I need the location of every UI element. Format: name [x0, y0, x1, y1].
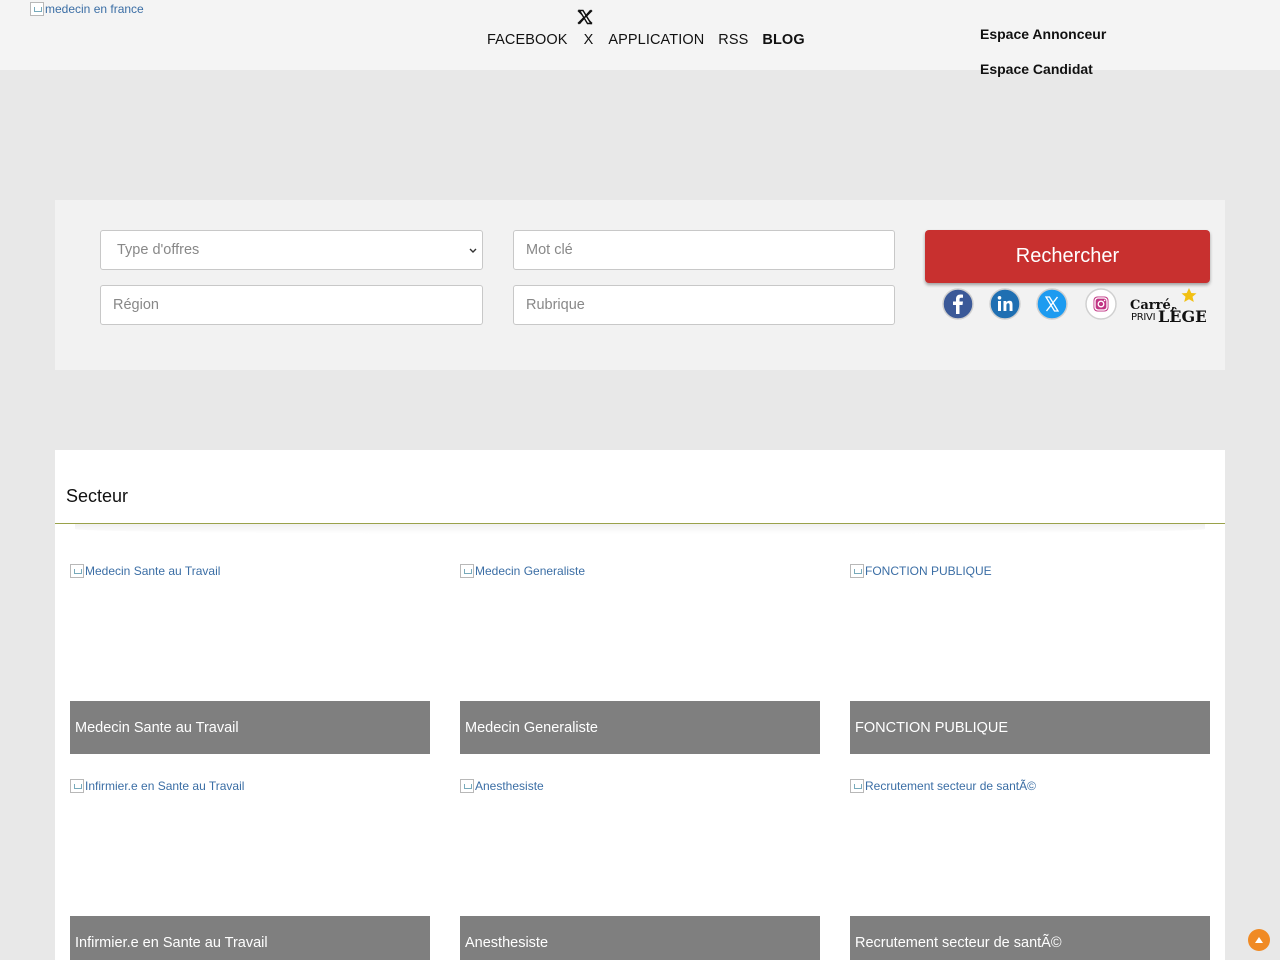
main-nav: FACEBOOK X APPLICATION RSS BLOG — [487, 32, 805, 48]
linkedin-icon[interactable] — [989, 288, 1021, 320]
scroll-top-button[interactable] — [1248, 929, 1270, 951]
espace-candidat-link[interactable]: Espace Candidat — [980, 61, 1093, 77]
sector-image[interactable]: Medecin Generaliste — [460, 564, 820, 578]
site-logo[interactable]: medecin en france — [30, 2, 144, 16]
nav-facebook[interactable]: FACEBOOK — [487, 32, 568, 48]
region-placeholder: Région — [113, 297, 159, 313]
section-title: Secteur — [66, 486, 129, 506]
image-alt-text: Medecin Generaliste — [475, 564, 586, 578]
sector-caption[interactable]: FONCTION PUBLIQUE — [850, 701, 1210, 754]
rubrique-input[interactable]: Rubrique — [513, 285, 895, 325]
rubrique-placeholder: Rubrique — [526, 297, 585, 313]
sector-image[interactable]: Recrutement secteur de santÃ© — [850, 779, 1210, 793]
sector-image[interactable]: FONCTION PUBLIQUE — [850, 564, 1210, 578]
nav-application[interactable]: APPLICATION — [608, 32, 704, 48]
sector-caption[interactable]: Infirmier.e en Sante au Travail — [70, 916, 430, 960]
broken-image-icon — [460, 564, 474, 578]
x-icon[interactable] — [577, 9, 593, 25]
nav-x[interactable]: X — [584, 32, 594, 48]
mot-cle-input[interactable]: Mot clé — [513, 230, 895, 270]
nav-blog[interactable]: BLOG — [762, 32, 804, 48]
x-twitter-icon[interactable] — [1036, 288, 1068, 320]
facebook-icon[interactable] — [942, 288, 974, 320]
broken-image-icon — [850, 779, 864, 793]
instagram-icon[interactable] — [1085, 288, 1117, 320]
type-offres-value: Type d'offres — [117, 242, 200, 258]
image-alt-text: Recrutement secteur de santÃ© — [865, 779, 1036, 793]
svg-text:LÈGE: LÈGE — [1158, 306, 1206, 326]
espace-annonceur-link[interactable]: Espace Annonceur — [980, 26, 1106, 42]
secteur-section: Secteur Medecin Sante au Travail Medecin… — [55, 450, 1225, 960]
broken-image-icon — [850, 564, 864, 578]
sector-card[interactable]: FONCTION PUBLIQUE FONCTION PUBLIQUE — [850, 564, 1210, 754]
rechercher-button[interactable]: Rechercher — [925, 230, 1210, 283]
nav-rss[interactable]: RSS — [718, 32, 748, 48]
region-input[interactable]: Région — [100, 285, 483, 325]
sector-card[interactable]: Recrutement secteur de santÃ© Recrutemen… — [850, 779, 1210, 960]
sector-caption[interactable]: Medecin Generaliste — [460, 701, 820, 754]
carre-privilege-logo[interactable]: Carré, PRIVI LÈGE — [1130, 286, 1206, 326]
divider-shadow — [75, 524, 1205, 534]
chevron-down-icon — [469, 248, 477, 253]
mot-cle-placeholder: Mot clé — [526, 242, 573, 258]
sector-card[interactable]: Medecin Sante au Travail Medecin Sante a… — [70, 564, 430, 754]
site-header: medecin en france FACEBOOK X APPLICATION… — [0, 0, 1280, 77]
type-offres-select[interactable]: Type d'offres — [100, 230, 483, 270]
broken-image-icon — [30, 2, 44, 16]
svg-text:PRIVI: PRIVI — [1131, 312, 1155, 323]
image-alt-text: Infirmier.e en Sante au Travail — [85, 779, 245, 793]
logo-alt-text: medecin en france — [45, 2, 144, 16]
broken-image-icon — [70, 564, 84, 578]
sector-card[interactable]: Anesthesiste Anesthesiste — [460, 779, 820, 960]
arrow-up-icon — [1255, 937, 1263, 943]
sector-image[interactable]: Medecin Sante au Travail — [70, 564, 430, 578]
image-alt-text: Medecin Sante au Travail — [85, 564, 221, 578]
broken-image-icon — [70, 779, 84, 793]
image-alt-text: FONCTION PUBLIQUE — [865, 564, 992, 578]
sector-card[interactable]: Infirmier.e en Sante au Travail Infirmie… — [70, 779, 430, 960]
sector-caption[interactable]: Anesthesiste — [460, 916, 820, 960]
sector-caption[interactable]: Medecin Sante au Travail — [70, 701, 430, 754]
search-panel: Type d'offres Mot clé Région Rubrique Re… — [55, 200, 1225, 370]
broken-image-icon — [460, 779, 474, 793]
sector-caption[interactable]: Recrutement secteur de santÃ© — [850, 916, 1210, 960]
sector-image[interactable]: Infirmier.e en Sante au Travail — [70, 779, 430, 793]
sector-card[interactable]: Medecin Generaliste Medecin Generaliste — [460, 564, 820, 754]
image-alt-text: Anesthesiste — [475, 779, 544, 793]
sector-image[interactable]: Anesthesiste — [460, 779, 820, 793]
